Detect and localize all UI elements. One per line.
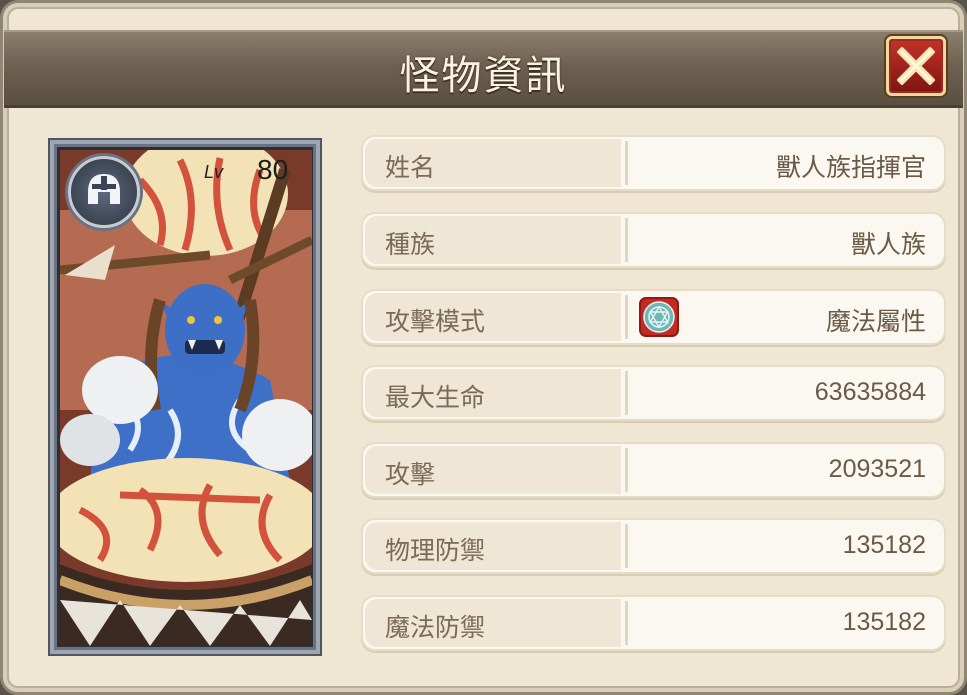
stat-label: 姓名 [385,153,436,182]
close-icon [897,47,935,85]
stat-row-physical-defense: 物理防禦 135182 [361,518,946,574]
stat-label: 物理防禦 [385,536,486,565]
stat-value: 63635884 [814,378,926,406]
stat-label: 攻擊模式 [385,307,486,336]
stat-value: 魔法屬性 [825,308,926,336]
stat-label: 魔法防禦 [385,613,486,642]
stat-value: 135182 [842,608,926,636]
close-button[interactable] [886,36,946,96]
stat-label: 攻擊 [385,460,436,489]
magic-attribute-icon [639,297,679,337]
dialog-title: 怪物資訊 [399,53,568,99]
stat-row-attack: 攻擊 2093521 [361,442,946,498]
monster-card: Lv 80 [50,140,320,654]
stat-row-attack-mode: 攻擊模式 魔法屬性 [361,289,946,345]
helmet-icon [88,174,120,204]
stat-value: 135182 [842,531,926,559]
level-value: 80 [257,154,289,185]
stat-row-max-hp: 最大生命 63635884 [361,365,946,421]
stat-label: 最大生命 [385,383,486,412]
stat-row-name: 姓名 獸人族指揮官 [361,135,946,191]
stat-row-race: 種族 獸人族 [361,212,946,268]
stat-value: 獸人族 [850,231,926,259]
level-label: Lv [204,162,224,182]
stat-row-magic-defense: 魔法防禦 135182 [361,595,946,651]
class-badge [68,156,140,228]
magic-circle-icon [643,301,675,333]
stat-value: 獸人族指揮官 [775,154,926,182]
title-bar: 怪物資訊 [4,30,963,108]
stat-value: 2093521 [828,455,926,483]
stat-label: 種族 [385,230,436,259]
